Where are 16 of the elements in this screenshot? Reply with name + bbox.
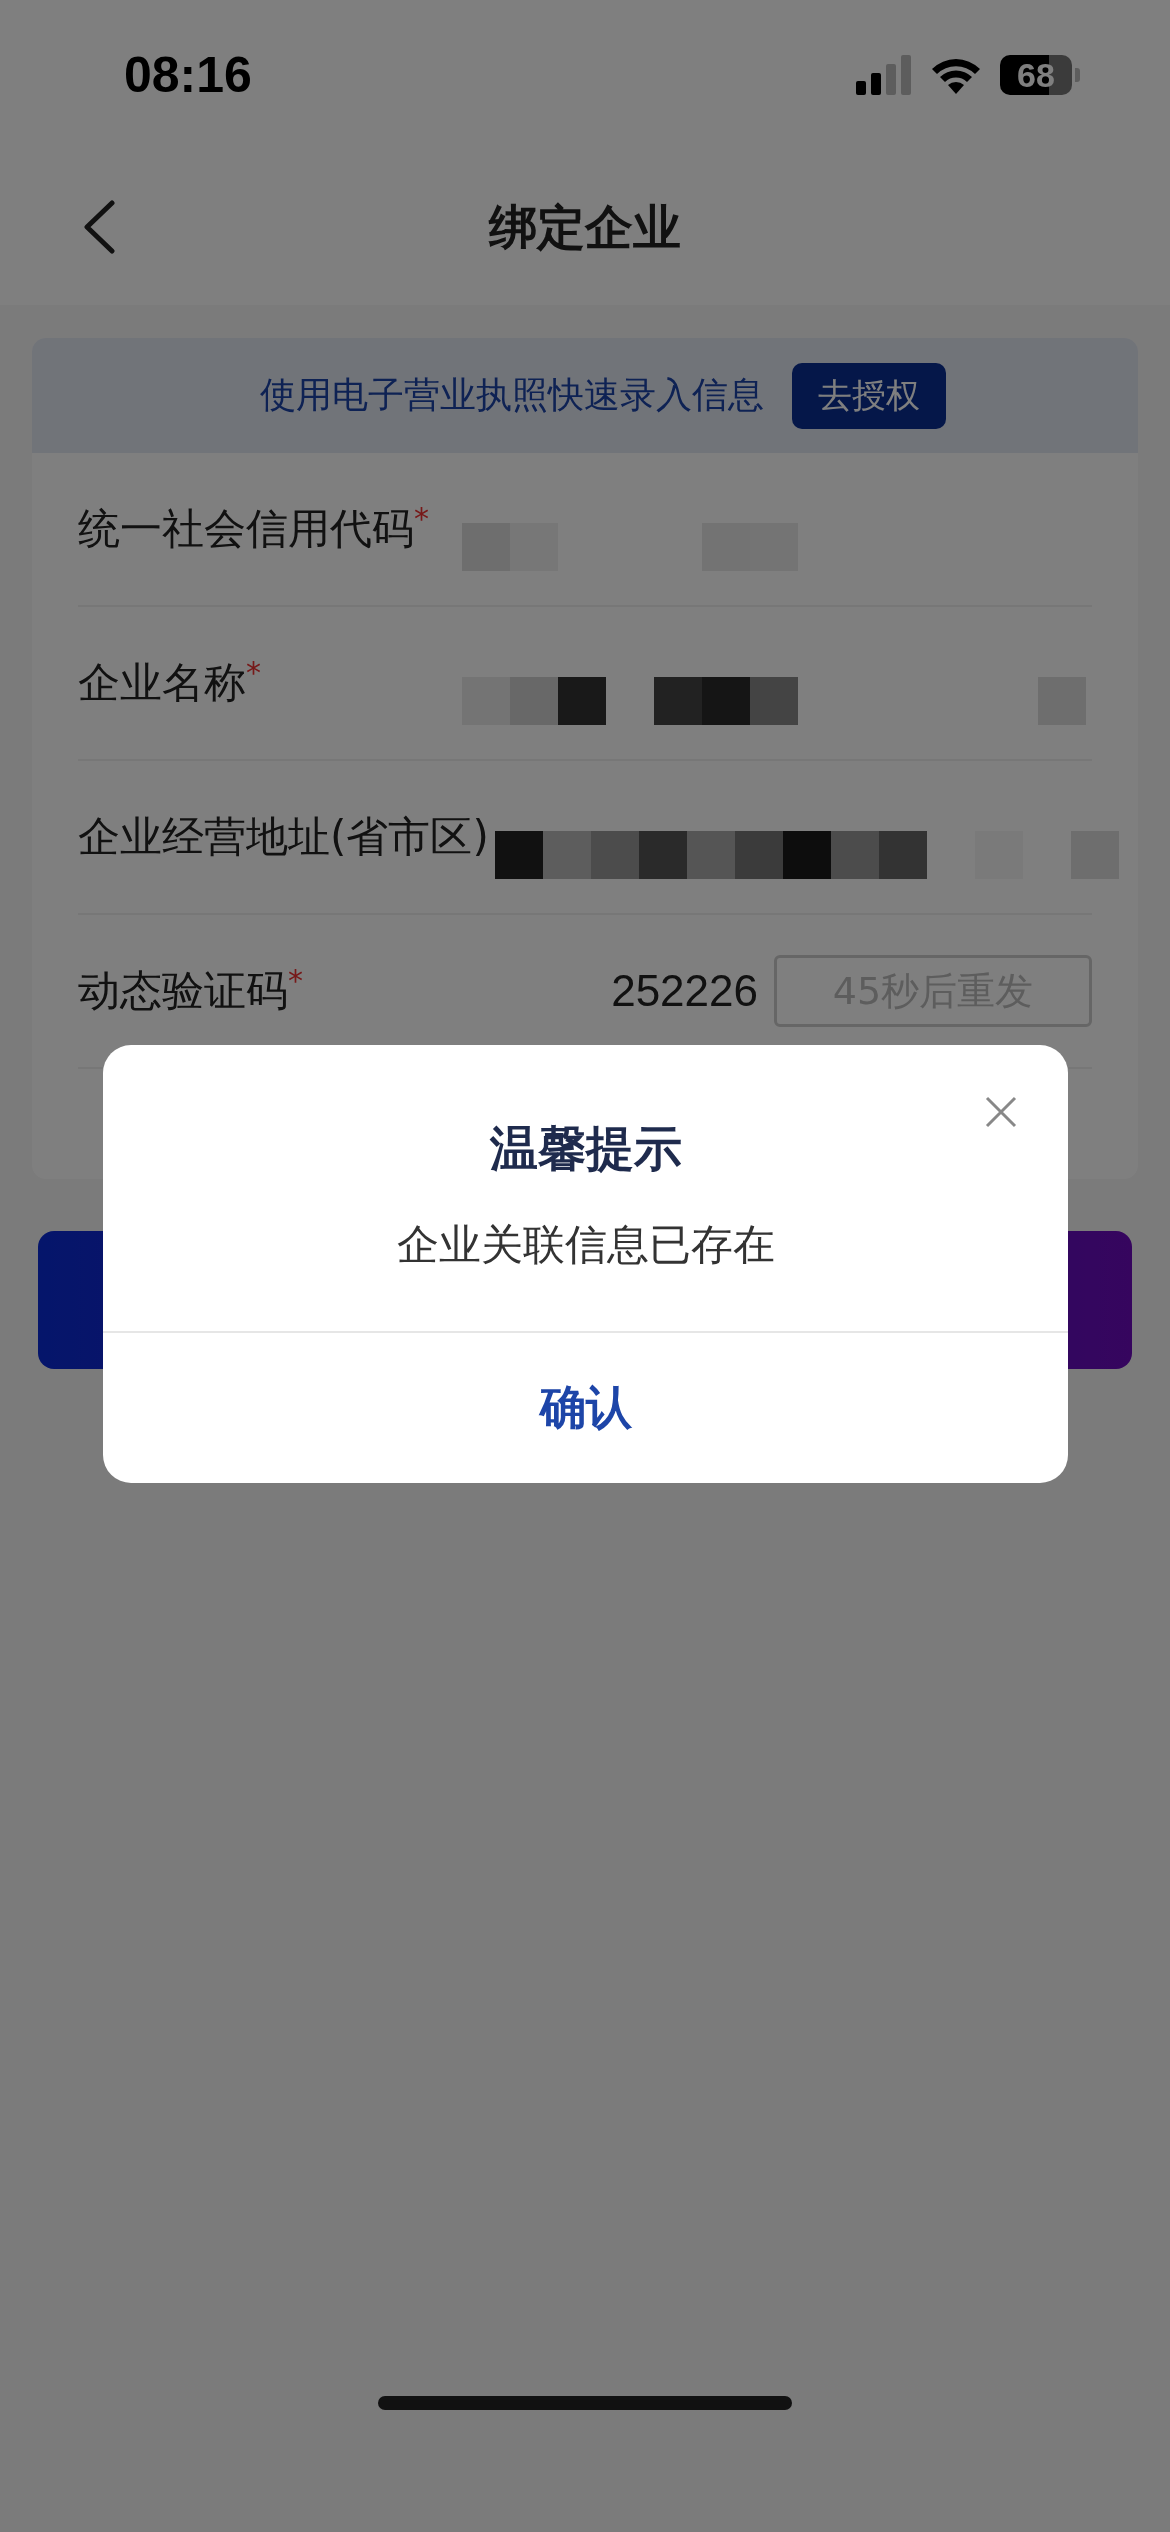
close-icon[interactable] bbox=[984, 1095, 1018, 1129]
field-label: 动态验证码* bbox=[78, 963, 303, 1017]
code-value: 252226 bbox=[611, 966, 758, 1016]
page-title: 绑定企业 bbox=[489, 197, 681, 257]
back-icon[interactable] bbox=[82, 200, 116, 254]
authorize-button[interactable]: 去授权 bbox=[792, 362, 946, 429]
dialog-message: 企业关联信息已存在 bbox=[396, 1219, 775, 1271]
wifi-icon bbox=[930, 56, 982, 94]
confirm-button[interactable]: 确认 bbox=[103, 1331, 1068, 1483]
signal-icon bbox=[856, 55, 912, 95]
banner-text: 使用电子营业执照快速录入信息 bbox=[260, 373, 764, 417]
field-label: 统一社会信用代码* bbox=[78, 501, 429, 555]
field-label: 企业经营地址(省市区) bbox=[78, 811, 489, 863]
dialog-title: 温馨提示 bbox=[489, 1119, 682, 1178]
status-time: 08:16 bbox=[124, 46, 252, 104]
field-label: 企业名称* bbox=[78, 655, 261, 709]
